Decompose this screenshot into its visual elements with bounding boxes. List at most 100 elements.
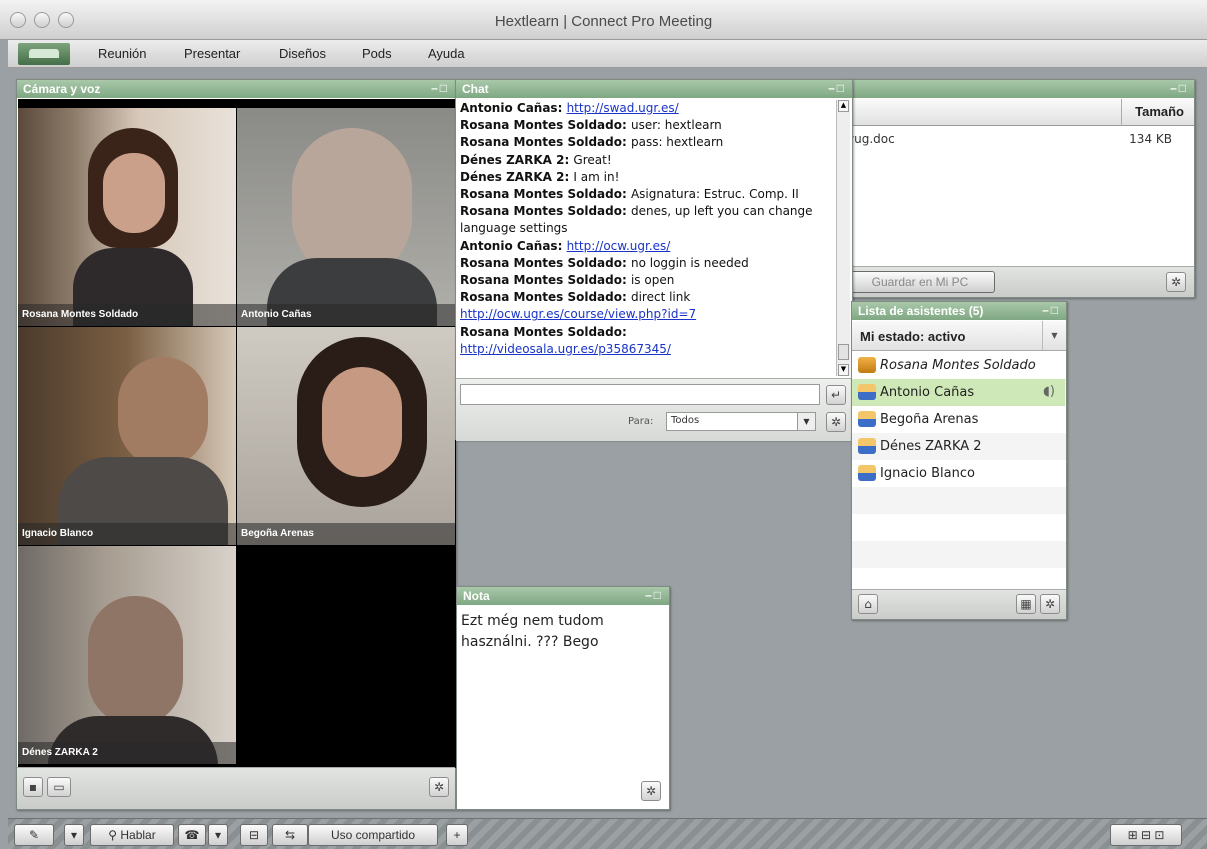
pod-minmax-icon[interactable]: –□: [1042, 303, 1060, 317]
gear-icon[interactable]: ✲: [1040, 594, 1060, 614]
gear-icon[interactable]: ✲: [826, 412, 846, 432]
attendee-list: Rosana Montes Soldado Antonio Cañas ◖) Bego…: [852, 352, 1066, 591]
video-tile[interactable]: Rosana Montes Soldado: [18, 108, 236, 326]
participant-user-icon: [858, 411, 876, 427]
video-tile[interactable]: Antonio Cañas: [237, 108, 455, 326]
video-tile[interactable]: Begoña Arenas: [237, 327, 455, 545]
chat-sender: Rosana Montes Soldado:: [460, 187, 631, 202]
camera-pod-header: Cámara y voz –□: [17, 80, 455, 98]
note-pod-title: Nota: [463, 589, 490, 603]
pod-minmax-icon[interactable]: –□: [645, 588, 663, 602]
chat-text: no loggin is needed: [630, 255, 749, 270]
menu-bar: Reunión Presentar Diseños Pods Ayuda: [8, 40, 1207, 68]
chat-sender: Rosana Montes Soldado:: [460, 255, 631, 270]
note-text[interactable]: Ezt még nem tudom használni. ??? Bego: [461, 611, 661, 653]
speaker-icon[interactable]: ⊟: [240, 824, 268, 846]
note-pod-header: Nota –□: [457, 587, 669, 605]
attendee-row[interactable]: Antonio Cañas ◖): [852, 379, 1065, 406]
share-button[interactable]: Uso compartido: [308, 824, 438, 846]
attendees-pod-header: Lista de asistentes (5) –□: [852, 302, 1066, 320]
note-pod: Nota –□ Ezt még nem tudom használni. ???…: [456, 586, 670, 810]
attendee-row[interactable]: Dénes ZARKA 2: [852, 433, 1065, 460]
chevron-down-icon[interactable]: ▾: [208, 824, 228, 846]
participant-user-icon: [858, 465, 876, 481]
add-user-icon[interactable]: ⌂: [858, 594, 878, 614]
chat-message: Dénes ZARKA 2: I am in!: [460, 169, 836, 186]
participant-user-icon: [858, 384, 876, 400]
gear-icon[interactable]: ✲: [1166, 272, 1186, 292]
participant-user-icon: [858, 438, 876, 454]
gear-icon[interactable]: ✲: [429, 777, 449, 797]
gear-icon[interactable]: ✲: [641, 781, 661, 801]
attendee-name: Dénes ZARKA 2: [880, 439, 982, 454]
video-tile-label: Antonio Cañas: [237, 304, 455, 326]
menu-presentar[interactable]: Presentar: [184, 46, 240, 61]
raise-hand-icon[interactable]: ✎: [14, 824, 54, 846]
attendee-name: Rosana Montes Soldado: [880, 358, 1036, 373]
attendee-row[interactable]: Begoña Arenas: [852, 406, 1065, 433]
attendee-row[interactable]: Ignacio Blanco: [852, 460, 1065, 487]
pod-minmax-icon[interactable]: –□: [1170, 81, 1188, 95]
menu-disenos[interactable]: Diseños: [279, 46, 326, 61]
video-tile-label: Dénes ZARKA 2: [18, 742, 236, 764]
menu-pods[interactable]: Pods: [362, 46, 392, 61]
status-dropdown[interactable]: Mi estado: activo ▼: [852, 321, 1066, 351]
stop-camera-button[interactable]: ▪: [23, 777, 43, 797]
to-label: Para:: [628, 416, 654, 427]
camera-pod-footer: ▪ ▭ ✲: [17, 767, 455, 809]
scroll-thumb[interactable]: [838, 344, 849, 360]
talk-label: Hablar: [120, 828, 156, 842]
layout-icons[interactable]: ⊞ ⊟ ⊡: [1110, 824, 1182, 846]
chat-message: Rosana Montes Soldado: user: hextlearn: [460, 117, 836, 134]
add-icon[interactable]: +: [446, 824, 468, 846]
chat-sender: Rosana Montes Soldado:: [460, 204, 631, 219]
talk-button[interactable]: ⚲ Hablar: [90, 824, 174, 846]
chat-text: direct link: [630, 290, 691, 305]
chat-message: http://ocw.ugr.es/course/view.php?id=7: [460, 306, 836, 323]
share-screen-icon[interactable]: ⇆: [272, 824, 308, 846]
chat-text: is open: [630, 273, 675, 288]
scroll-up-icon[interactable]: ▲: [838, 100, 849, 112]
chat-link[interactable]: http://videosala.ugr.es/p35867345/: [460, 342, 671, 356]
scroll-down-icon[interactable]: ▼: [838, 364, 849, 376]
camera-pod-title: Cámara y voz: [23, 82, 101, 96]
file-table-header: Tamaño: [841, 99, 1194, 126]
recipient-select[interactable]: Todos ▼: [666, 412, 816, 431]
pod-minmax-icon[interactable]: –□: [828, 81, 846, 95]
pod-minmax-icon[interactable]: –□: [431, 81, 449, 95]
connect-logo-icon[interactable]: [18, 43, 70, 65]
chat-message-input[interactable]: [460, 384, 820, 405]
chat-text: Great!: [573, 152, 612, 167]
window-title: Hextlearn | Connect Pro Meeting: [494, 13, 713, 30]
chat-scrollbar[interactable]: ▲ ▼: [836, 100, 850, 376]
chat-sender: Antonio Cañas:: [460, 101, 567, 115]
chat-link[interactable]: http://ocw.ugr.es/: [567, 239, 671, 253]
share-label: Uso compartido: [330, 828, 416, 842]
file-name: vug.doc: [847, 132, 895, 146]
attendee-name: Begoña Arenas: [880, 412, 979, 427]
menu-ayuda[interactable]: Ayuda: [428, 46, 465, 61]
attendee-row[interactable]: Rosana Montes Soldado: [852, 352, 1065, 379]
title-bar: Hextlearn | Connect Pro Meeting: [0, 0, 1207, 40]
send-icon[interactable]: ↵: [826, 385, 846, 405]
grid-view-icon[interactable]: ▦: [1016, 594, 1036, 614]
camera-voice-pod: Cámara y voz –□ Rosana Montes Soldado An…: [16, 79, 456, 810]
chat-pod-title: Chat: [462, 82, 489, 96]
host-user-icon: [858, 357, 876, 373]
menu-reunion[interactable]: Reunión: [98, 46, 146, 61]
chat-message: Antonio Cañas: http://swad.ugr.es/: [460, 100, 836, 117]
chat-log[interactable]: Antonio Cañas: http://swad.ugr.es/Rosana…: [458, 100, 836, 374]
phone-icon[interactable]: ☎: [178, 824, 206, 846]
chevron-down-icon[interactable]: ▾: [64, 824, 84, 846]
chat-link[interactable]: http://swad.ugr.es/: [567, 101, 679, 115]
save-to-pc-button[interactable]: Guardar en Mi PC: [845, 271, 995, 293]
file-row[interactable]: vug.doc 134 KB: [841, 132, 1194, 152]
video-tile[interactable]: Ignacio Blanco: [18, 327, 236, 545]
chevron-down-icon[interactable]: ▼: [797, 413, 815, 430]
chat-link[interactable]: http://ocw.ugr.es/course/view.php?id=7: [460, 307, 696, 321]
chevron-down-icon[interactable]: ▼: [1042, 321, 1066, 350]
chat-sender: Rosana Montes Soldado:: [460, 135, 631, 150]
camera-icon[interactable]: ▭: [47, 777, 71, 797]
size-column-header[interactable]: Tamaño: [1135, 104, 1184, 119]
video-tile[interactable]: Dénes ZARKA 2: [18, 546, 236, 764]
